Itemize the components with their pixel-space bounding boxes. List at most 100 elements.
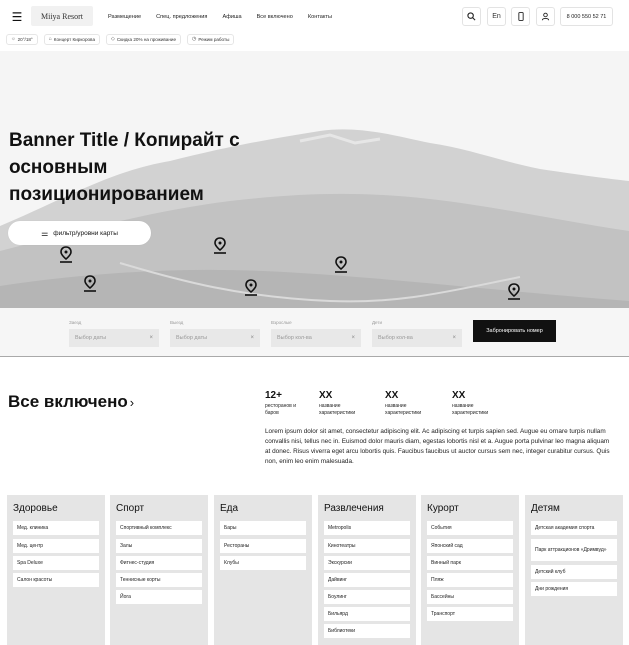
logo[interactable]: Miiya Resort [31,6,93,26]
map-pin-icon[interactable] [83,275,97,292]
checkin-input[interactable]: Выбор даты × [69,329,159,347]
field-placeholder: Выбор даты [176,335,208,341]
clear-icon[interactable]: × [149,335,153,341]
nav-item-special-offers[interactable]: Спец. предложения [156,14,207,20]
all-inclusive-heading[interactable]: Все включено › [8,392,134,412]
map-pin-icon[interactable] [213,237,227,254]
field-label: Взрослые [271,320,292,325]
stat-item: XX название характеристики [452,390,512,416]
weather-chip[interactable]: ☼ 20°/18° [6,33,38,45]
category-item[interactable]: Детский клуб [531,565,617,579]
category-item[interactable]: Бильярд [324,607,410,621]
field-placeholder: Выбор кол-ва [277,335,312,341]
category-item[interactable]: Залы [116,539,202,553]
category-title[interactable]: Спорт [116,503,144,514]
category-item[interactable]: Рестораны [220,539,306,553]
field-placeholder: Выбор даты [75,335,107,341]
chip-label: Скидка 20% на проживание [116,36,176,42]
map-pin-icon[interactable] [334,256,348,273]
category-item[interactable]: Дайвинг [324,573,410,587]
adults-input[interactable]: Выбор кол-ва × [271,329,361,347]
category-item[interactable]: Metropolis [324,521,410,535]
stat-label: ресторанов и баров [265,403,297,416]
clear-icon[interactable]: × [250,335,254,341]
category-item[interactable]: Спортивный комплекс [116,521,202,535]
category-title[interactable]: Развлечения [324,503,384,514]
category-item[interactable]: Фитнес-студия [116,556,202,570]
checkout-field: Выезд Выбор даты × [170,320,260,347]
category-item[interactable]: Теннисные корты [116,573,202,587]
search-icon[interactable] [462,7,481,26]
menu-icon[interactable]: ☰ [8,8,26,26]
map-pin-icon[interactable] [59,246,73,263]
nav-item-contacts[interactable]: Контакты [308,14,332,20]
category-title[interactable]: Курорт [427,503,459,514]
clear-icon[interactable]: × [452,335,456,341]
checkout-input[interactable]: Выбор даты × [170,329,260,347]
category-item[interactable]: Spa Deluxe [13,556,99,570]
category-item[interactable]: Йога [116,590,202,604]
category-item[interactable]: Транспорт [427,607,513,621]
language-button[interactable]: En [487,7,506,26]
book-room-button[interactable]: Забронировать номер [473,320,556,342]
user-icon[interactable] [536,7,555,26]
discount-chip[interactable]: ◇ Скидка 20% на проживание [106,33,181,45]
category-item[interactable]: Парк аттракционов «Дримвуд» [531,539,617,561]
category-entertainment: Развлечения Metropolis Кинотеатры Экскур… [318,495,416,645]
category-item[interactable]: Кинотеатры [324,539,410,553]
category-item[interactable]: Мед. клиника [13,521,99,535]
mobile-icon[interactable] [511,7,530,26]
chip-label: 20°/18° [17,36,33,42]
header: ☰ Miiya Resort Размещение Спец. предложе… [0,0,629,34]
category-title[interactable]: Детям [531,503,560,514]
chevron-right-icon: › [129,395,135,410]
nav-item-events[interactable]: Афиша [222,14,241,20]
info-chips: ☼ 20°/18° ⌂ Концерт Киркорова ◇ Скидка 20% … [6,33,240,45]
category-item[interactable]: Библиотеки [324,624,410,638]
category-item[interactable]: Бассейны [427,590,513,604]
nav-item-accommodation[interactable]: Размещение [108,14,141,20]
map-pin-icon[interactable] [244,279,258,296]
event-chip[interactable]: ⌂ Концерт Киркорова [43,33,100,45]
category-title[interactable]: Здоровье [13,503,58,514]
stat-value: 12+ [265,390,282,401]
clear-icon[interactable]: × [351,335,355,341]
filter-label: фильтр/уровни карты [53,229,118,237]
category-resort: Курорт События Японский сад Винный парк … [421,495,519,645]
map-filter-button[interactable]: ⚌ фильтр/уровни карты [8,221,151,245]
field-label: Заезд [69,320,82,325]
category-item[interactable]: События [427,521,513,535]
category-item[interactable]: Боулинг [324,590,410,604]
nav-item-all-inclusive[interactable]: Все включено [257,14,293,20]
category-item[interactable]: Бары [220,521,306,535]
category-title[interactable]: Еда [220,503,238,514]
hero-title: Banner Title / Копирайт с основным позиц… [9,130,240,205]
stat-label: название характеристики [385,403,422,416]
field-label: Дети [372,320,382,325]
stat-value: XX [319,390,333,401]
stat-value: XX [452,390,466,401]
hours-chip[interactable]: ◷ Режим работы [187,33,235,45]
stat-label: название характеристики [452,403,489,416]
stat-item: XX название характеристики [385,390,445,416]
category-item[interactable]: Экскурсии [324,556,410,570]
category-item[interactable]: Детская академия спорта [531,521,617,535]
category-item[interactable]: Клубы [220,556,306,570]
category-item[interactable]: Салон красоты [13,573,99,587]
category-kids: Детям Детская академия спорта Парк аттра… [525,495,623,645]
field-placeholder: Выбор кол-ва [378,335,413,341]
category-item[interactable]: Дни рождения [531,582,617,596]
map-pin-icon[interactable] [507,283,521,300]
tag-icon: ◇ [111,36,115,42]
category-item[interactable]: Японский сад [427,539,513,553]
field-label: Выезд [170,320,184,325]
category-item[interactable]: Пляж [427,573,513,587]
category-item[interactable]: Мед. центр [13,539,99,553]
children-input[interactable]: Выбор кол-ва × [372,329,462,347]
category-item[interactable]: Винный парк [427,556,513,570]
stat-label: название характеристики [319,403,356,416]
phone-button[interactable]: 8 000 550 52 71 [560,7,613,26]
stat-item: XX название характеристики [319,390,379,416]
category-health: Здоровье Мед. клиника Мед. центр Spa Del… [7,495,105,645]
sun-icon: ☼ [11,36,16,42]
